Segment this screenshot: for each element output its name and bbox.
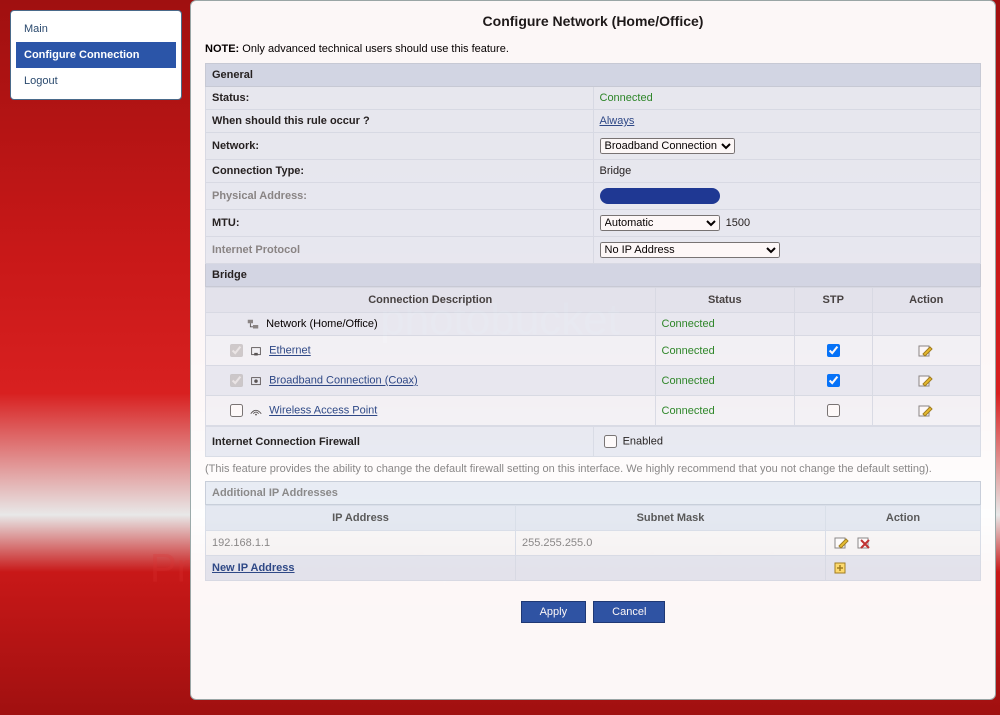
col-conn-desc: Connection Description: [206, 288, 656, 313]
firewall-note: (This feature provides the ability to ch…: [205, 463, 981, 475]
stp-checkbox[interactable]: [827, 374, 840, 387]
delete-icon[interactable]: [857, 536, 873, 550]
new-ip-link[interactable]: New IP Address: [212, 562, 295, 574]
table-row: New IP Address: [206, 556, 981, 581]
bridge-row-link[interactable]: Ethernet: [269, 345, 311, 357]
cancel-button[interactable]: Cancel: [593, 601, 665, 623]
bridge-row-link[interactable]: Wireless Access Point: [269, 405, 377, 417]
section-general: General: [206, 64, 981, 87]
col-action: Action: [872, 288, 981, 313]
bridge-row-name: Network (Home/Office): [266, 318, 378, 330]
ethernet-icon: [249, 345, 263, 357]
col-status: Status: [655, 288, 795, 313]
value-conn-type: Bridge: [593, 160, 981, 183]
bridge-row-checkbox[interactable]: [230, 344, 243, 357]
coax-icon: [249, 375, 263, 387]
label-mtu: MTU:: [206, 210, 594, 237]
table-row: Network (Home/Office) Connected: [206, 313, 981, 336]
label-status: Status:: [206, 87, 594, 110]
table-row: Ethernet Connected: [206, 336, 981, 366]
label-conn-type: Connection Type:: [206, 160, 594, 183]
col-action: Action: [826, 506, 981, 531]
label-ip-proto: Internet Protocol: [206, 237, 594, 264]
bridge-row-status: Connected: [662, 375, 715, 387]
section-bridge: Bridge: [206, 264, 981, 287]
sidebar: Main Configure Connection Logout: [10, 10, 182, 100]
bridge-table: Connection Description Status STP Action…: [205, 287, 981, 426]
button-row: Apply Cancel: [205, 601, 981, 623]
label-network: Network:: [206, 133, 594, 160]
select-mtu[interactable]: Automatic: [600, 215, 720, 231]
bridge-row-status: Connected: [662, 405, 715, 417]
sidebar-item-main[interactable]: Main: [16, 16, 176, 42]
wireless-icon: [249, 405, 263, 417]
table-row: Broadband Connection (Coax) Connected: [206, 366, 981, 396]
edit-icon[interactable]: [918, 344, 934, 358]
page-title: Configure Network (Home/Office): [205, 13, 981, 29]
bridge-row-checkbox[interactable]: [230, 404, 243, 417]
bridge-row-status: Connected: [662, 318, 715, 330]
mask-value: 255.255.255.0: [516, 531, 826, 556]
value-status: Connected: [600, 92, 653, 104]
select-ip-proto[interactable]: No IP Address: [600, 242, 780, 258]
edit-icon[interactable]: [918, 404, 934, 418]
label-phys-addr: Physical Address:: [206, 183, 594, 210]
ip-value: 192.168.1.1: [206, 531, 516, 556]
col-ip: IP Address: [206, 506, 516, 531]
sidebar-item-configure-connection[interactable]: Configure Connection: [16, 42, 176, 68]
col-mask: Subnet Mask: [516, 506, 826, 531]
stp-checkbox[interactable]: [827, 344, 840, 357]
value-rule: Always: [593, 110, 981, 133]
ip-table: IP Address Subnet Mask Action 192.168.1.…: [205, 505, 981, 581]
config-table: General Status: Connected When should th…: [205, 63, 981, 287]
note: NOTE: Only advanced technical users shou…: [205, 43, 981, 55]
add-icon[interactable]: [834, 561, 850, 575]
value-phys-addr: [593, 183, 981, 210]
table-row: 192.168.1.1 255.255.255.0: [206, 531, 981, 556]
main-panel: Configure Network (Home/Office) NOTE: On…: [190, 0, 996, 700]
firewall-enabled-label: Enabled: [623, 436, 663, 448]
bridge-row-status: Connected: [662, 345, 715, 357]
col-stp: STP: [795, 288, 873, 313]
table-row: Wireless Access Point Connected: [206, 396, 981, 426]
section-firewall: Internet Connection Firewall: [206, 427, 594, 457]
bridge-row-checkbox[interactable]: [230, 374, 243, 387]
label-rule: When should this rule occur ?: [206, 110, 594, 133]
edit-icon[interactable]: [918, 374, 934, 388]
network-icon: [246, 318, 260, 330]
sidebar-item-logout[interactable]: Logout: [16, 68, 176, 94]
value-mtu: 1500: [726, 217, 750, 229]
firewall-enabled-checkbox[interactable]: [604, 435, 617, 448]
stp-checkbox[interactable]: [827, 404, 840, 417]
bridge-row-link[interactable]: Broadband Connection (Coax): [269, 375, 418, 387]
apply-button[interactable]: Apply: [521, 601, 587, 623]
select-network[interactable]: Broadband Connection: [600, 138, 735, 154]
edit-icon[interactable]: [834, 536, 850, 550]
section-addl-ip: Additional IP Addresses: [206, 482, 981, 505]
